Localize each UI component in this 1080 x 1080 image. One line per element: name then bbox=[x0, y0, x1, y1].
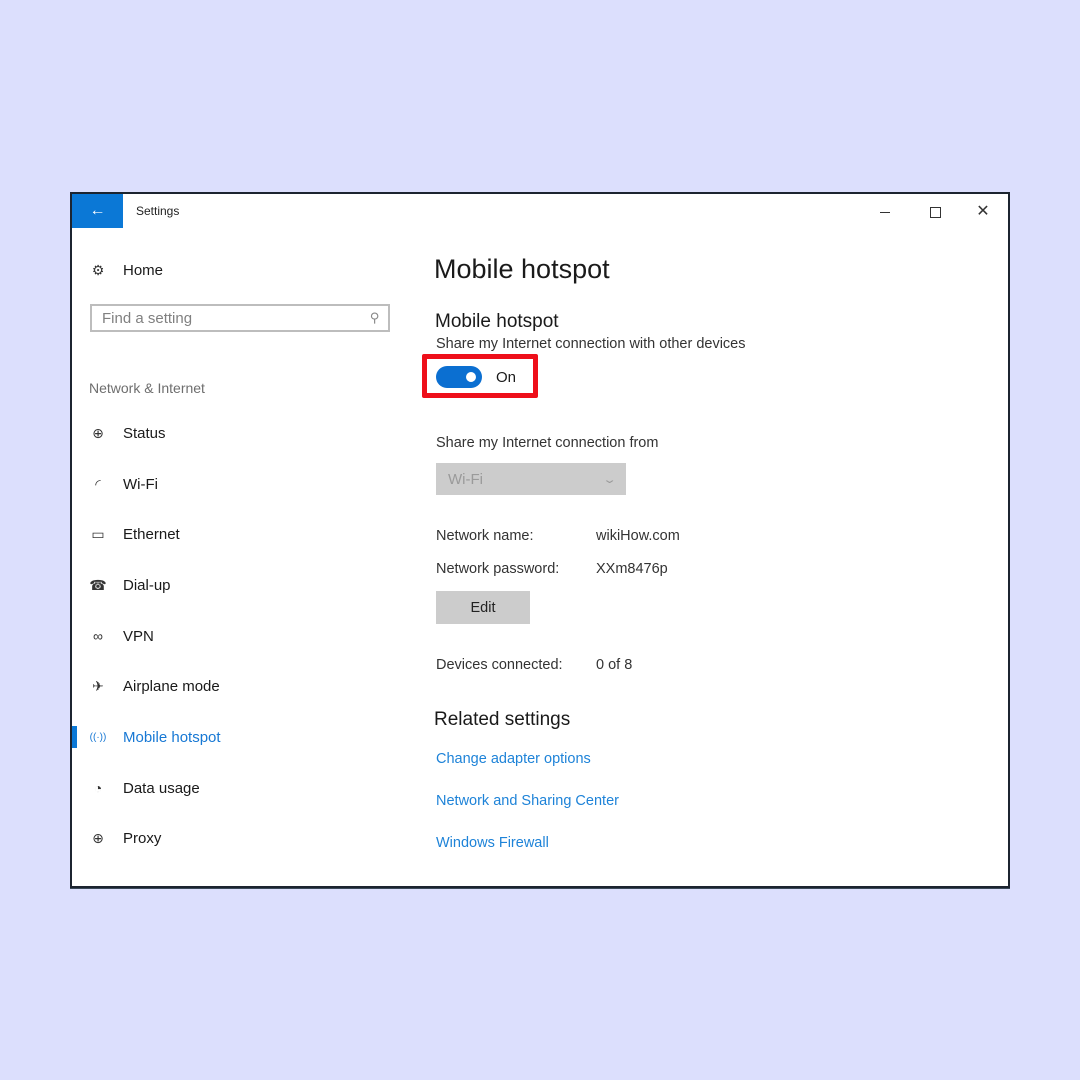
vpn-icon: ∞ bbox=[93, 628, 103, 645]
minimize-button[interactable] bbox=[862, 199, 908, 225]
chevron-down-icon: ⌄ bbox=[602, 473, 617, 486]
sidebar-item-label: VPN bbox=[123, 627, 154, 645]
page-title: Mobile hotspot bbox=[434, 254, 610, 284]
network-password-row: Network password: XXm8476p bbox=[436, 561, 668, 577]
sidebar-item-label: Proxy bbox=[123, 830, 162, 848]
search-icon[interactable]: ⚲ bbox=[370, 310, 380, 326]
hotspot-icon: ((·)) bbox=[89, 731, 107, 743]
devices-connected-row: Devices connected: 0 of 8 bbox=[436, 657, 632, 673]
wifi-icon: ◜ bbox=[95, 475, 101, 492]
sidebar-item-vpn[interactable]: ∞ VPN bbox=[72, 611, 412, 662]
hotspot-toggle[interactable] bbox=[436, 366, 482, 388]
section-label: Network & Internet bbox=[89, 380, 205, 396]
sidebar-item-status[interactable]: ⊕ Status bbox=[72, 408, 412, 459]
ethernet-icon: ▭ bbox=[91, 526, 105, 543]
sidebar-nav: ⊕ Status ◜ Wi-Fi ▭ Ethernet ☎ Dial-up ∞ … bbox=[72, 408, 412, 864]
sidebar-item-label: Data usage bbox=[123, 779, 200, 797]
toggle-state-label: On bbox=[496, 368, 517, 386]
devices-connected-label: Devices connected: bbox=[436, 657, 563, 673]
gear-icon: ⚙ bbox=[91, 262, 105, 278]
maximize-button[interactable] bbox=[912, 199, 958, 225]
section-description: Share my Internet connection with other … bbox=[436, 336, 746, 352]
link-network-sharing-center[interactable]: Network and Sharing Center bbox=[436, 793, 619, 809]
search-box[interactable]: ⚲ bbox=[90, 304, 390, 332]
close-icon: ✕ bbox=[976, 203, 990, 220]
airplane-icon: ✈ bbox=[92, 678, 104, 695]
settings-window: ← Settings ✕ ⚙ Home ⚲ Network & Internet… bbox=[70, 192, 1010, 888]
sidebar-item-airplane-mode[interactable]: ✈ Airplane mode bbox=[72, 661, 412, 712]
close-button[interactable]: ✕ bbox=[960, 199, 1006, 225]
share-from-dropdown[interactable]: Wi-Fi ⌄ bbox=[436, 463, 626, 495]
sidebar-item-label: Mobile hotspot bbox=[123, 728, 221, 746]
sidebar-item-wifi[interactable]: ◜ Wi-Fi bbox=[72, 459, 412, 510]
section-title: Mobile hotspot bbox=[435, 311, 559, 332]
search-input[interactable] bbox=[102, 309, 371, 327]
link-windows-firewall[interactable]: Windows Firewall bbox=[436, 835, 549, 851]
globe-status-icon: ⊕ bbox=[92, 424, 104, 441]
edit-button[interactable]: Edit bbox=[436, 591, 530, 624]
network-name-value: wikiHow.com bbox=[596, 528, 680, 544]
sidebar-item-proxy[interactable]: ⊕ Proxy bbox=[72, 814, 412, 865]
hotspot-toggle-row: On bbox=[436, 366, 516, 388]
dialup-phone-icon: ☎ bbox=[89, 576, 107, 593]
sidebar-item-label: Airplane mode bbox=[123, 678, 220, 696]
sidebar-item-label: Dial-up bbox=[123, 576, 171, 594]
toggle-knob bbox=[466, 372, 476, 382]
network-name-row: Network name: wikiHow.com bbox=[436, 528, 680, 544]
sidebar: ⚙ Home ⚲ Network & Internet ⊕ Status ◜ W… bbox=[72, 228, 412, 884]
network-password-value: XXm8476p bbox=[596, 561, 668, 577]
network-password-label: Network password: bbox=[436, 561, 560, 577]
link-change-adapter-options[interactable]: Change adapter options bbox=[436, 751, 591, 767]
sidebar-item-dialup[interactable]: ☎ Dial-up bbox=[72, 560, 412, 611]
title-bar: ← Settings ✕ bbox=[72, 194, 1008, 228]
share-from-label: Share my Internet connection from bbox=[436, 435, 659, 451]
devices-connected-value: 0 of 8 bbox=[596, 657, 633, 673]
sidebar-item-data-usage[interactable]: ◔ Data usage bbox=[72, 763, 412, 814]
network-name-label: Network name: bbox=[436, 528, 534, 544]
sidebar-home[interactable]: ⚙ Home bbox=[89, 262, 163, 279]
back-arrow-icon: ← bbox=[89, 202, 106, 219]
sidebar-item-mobile-hotspot[interactable]: ((·)) Mobile hotspot bbox=[72, 712, 412, 763]
minimize-icon bbox=[880, 211, 890, 213]
maximize-icon bbox=[929, 206, 941, 218]
home-label: Home bbox=[123, 262, 164, 279]
sidebar-item-label: Ethernet bbox=[123, 526, 180, 544]
related-settings-title: Related settings bbox=[434, 709, 571, 730]
dropdown-selected-value: Wi-Fi bbox=[448, 470, 483, 488]
back-button[interactable]: ← bbox=[72, 194, 123, 228]
data-usage-icon: ◔ bbox=[93, 780, 103, 797]
sidebar-item-ethernet[interactable]: ▭ Ethernet bbox=[72, 509, 412, 560]
sidebar-item-label: Status bbox=[123, 424, 166, 442]
window-title: Settings bbox=[136, 204, 180, 218]
proxy-globe-icon: ⊕ bbox=[92, 830, 104, 847]
sidebar-item-label: Wi-Fi bbox=[123, 475, 158, 493]
